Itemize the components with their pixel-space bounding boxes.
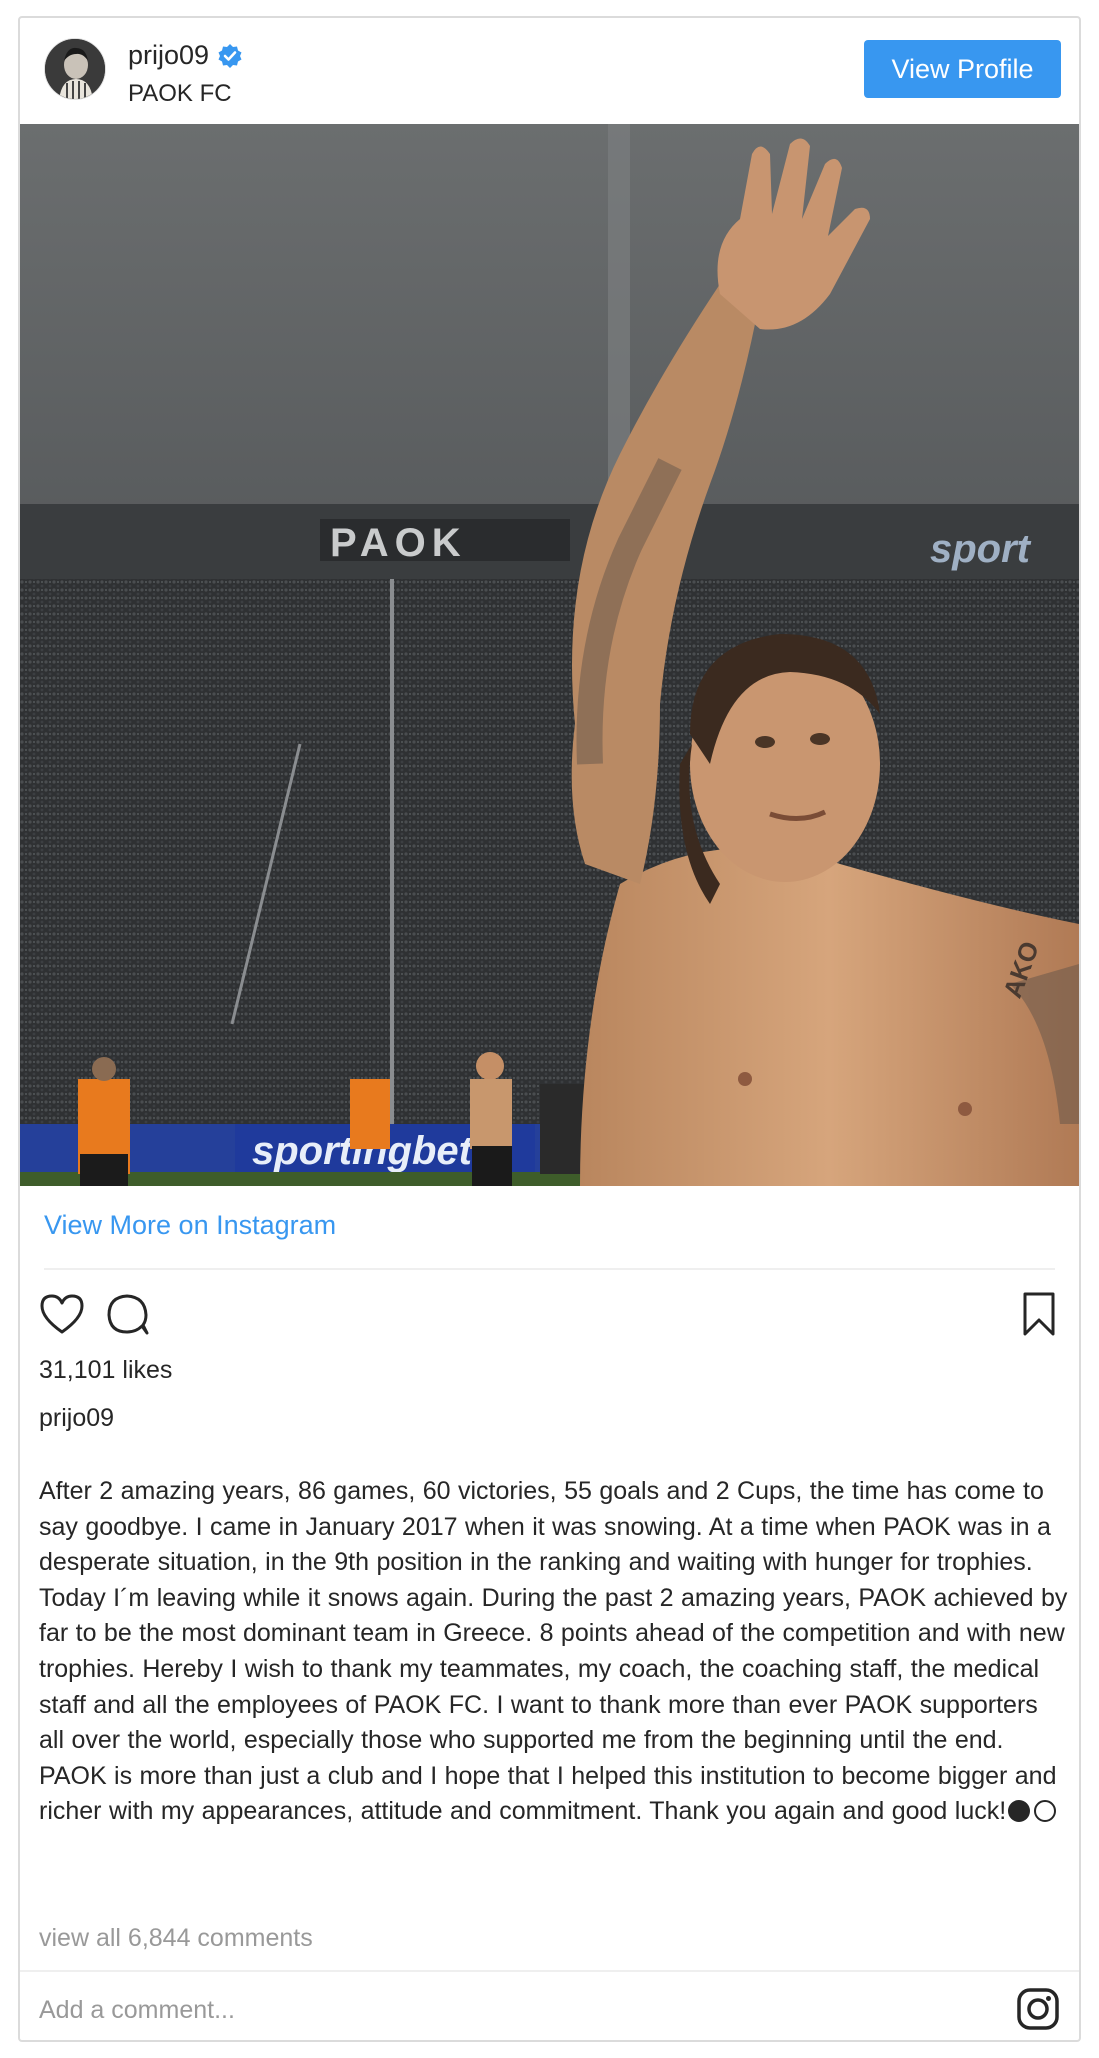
location-label[interactable]: PAOK FC bbox=[128, 80, 232, 108]
white-circle-icon bbox=[1034, 1800, 1057, 1823]
username[interactable]: prijo09 bbox=[128, 40, 209, 71]
heart-icon[interactable] bbox=[36, 1288, 88, 1340]
caption-username[interactable]: prijo09 bbox=[39, 1404, 114, 1433]
username-row: prijo09 bbox=[128, 40, 243, 71]
comment-bubble-icon[interactable] bbox=[102, 1288, 154, 1340]
instagram-embed-card: prijo09 PAOK FC View Profile PAOK sport … bbox=[18, 16, 1081, 2042]
likes-count[interactable]: 31,101 likes bbox=[39, 1356, 172, 1385]
bookmark-icon[interactable] bbox=[1013, 1288, 1065, 1340]
avatar[interactable] bbox=[44, 38, 106, 100]
divider bbox=[44, 1268, 1055, 1270]
action-bar bbox=[20, 1288, 1079, 1348]
stand-banner-text: PAOK bbox=[330, 521, 467, 565]
comment-input[interactable] bbox=[39, 1992, 939, 2028]
black-circle-icon bbox=[1008, 1800, 1031, 1823]
verified-badge-icon bbox=[217, 43, 243, 69]
ad-board-right-text: sport bbox=[930, 527, 1032, 571]
view-comments-link[interactable]: view all 6,844 comments bbox=[39, 1924, 313, 1953]
caption: After 2 amazing years, 86 games, 60 vict… bbox=[39, 1474, 1069, 1830]
instagram-logo-icon[interactable] bbox=[1015, 1986, 1061, 2032]
view-profile-button[interactable]: View Profile bbox=[864, 40, 1061, 98]
view-more-link[interactable]: View More on Instagram bbox=[44, 1210, 336, 1241]
black-white-hearts-emoji bbox=[1008, 1800, 1057, 1823]
caption-text: After 2 amazing years, 86 games, 60 vict… bbox=[39, 1477, 1068, 1826]
post-photo[interactable]: PAOK sport sportingbet AKO bbox=[20, 124, 1079, 1186]
comment-bar bbox=[20, 1970, 1079, 2040]
post-header: prijo09 PAOK FC View Profile bbox=[20, 18, 1079, 124]
